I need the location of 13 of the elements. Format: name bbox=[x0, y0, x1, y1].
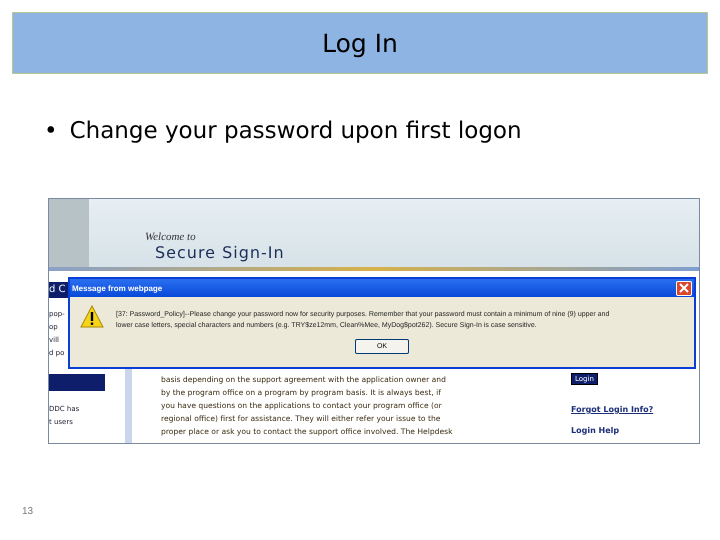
welcome-text: Welcome to bbox=[145, 231, 197, 243]
page-number: 13 bbox=[22, 506, 34, 517]
close-button[interactable] bbox=[676, 280, 692, 296]
close-icon bbox=[679, 283, 689, 293]
site-heading: Secure Sign-In bbox=[155, 243, 285, 262]
bullet-text: Change your password upon first logon bbox=[70, 118, 522, 144]
nav-bar bbox=[49, 374, 105, 391]
photo-placeholder bbox=[49, 199, 89, 267]
link[interactable]: Login Help bbox=[571, 426, 620, 435]
slide-title: Log In bbox=[322, 28, 398, 58]
link[interactable]: Forgot Login Info? bbox=[571, 405, 654, 414]
warning-icon bbox=[80, 305, 104, 329]
bullet-mark: • bbox=[44, 118, 58, 144]
